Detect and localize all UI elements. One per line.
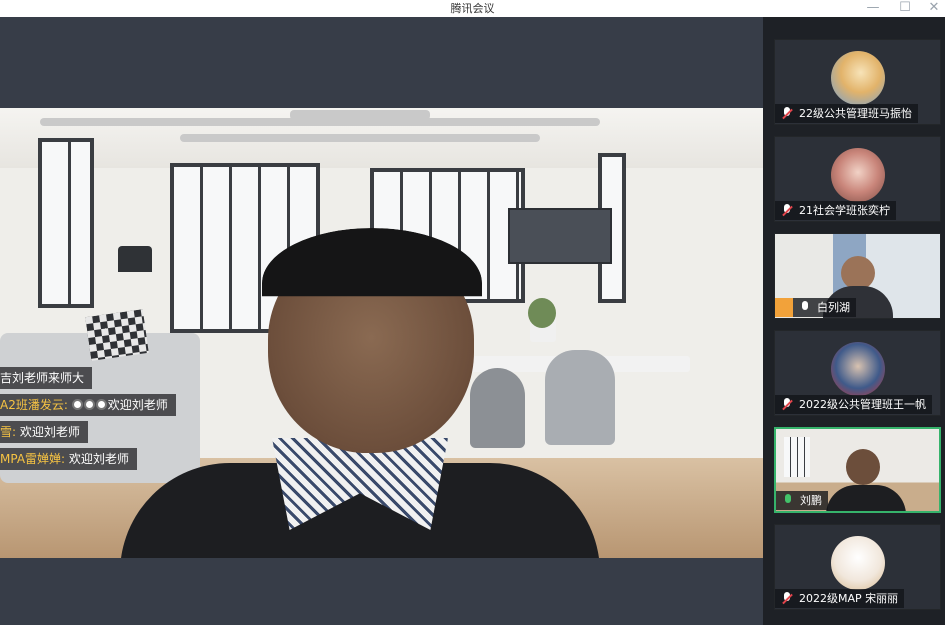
participant-avatar	[831, 148, 885, 202]
participant-name: 刘鹏	[800, 494, 822, 507]
participant-name-bar: 2022级MAP 宋丽丽	[775, 589, 905, 608]
clap-emoji-icon	[71, 399, 83, 410]
chat-overlay: 吉刘老师来师大 A2班潘发云: 欢迎刘老师 雪: 欢迎刘老师 MPA雷婵婵: 欢…	[0, 367, 260, 475]
participant-panel: 22级公共管理班马振怡 21社会学班张奕柠 白列湖 2022级公共管理班王一帆 …	[763, 17, 945, 625]
title-bar: 腾讯会议 — ☐ ✕	[0, 0, 945, 17]
room-lamp	[118, 246, 152, 272]
chat-text: 欢迎刘老师	[107, 398, 168, 412]
participant-tile[interactable]: 22级公共管理班马振怡	[774, 39, 941, 125]
room-chair	[545, 350, 615, 445]
participant-name: 21社会学班张奕柠	[799, 204, 890, 217]
chat-sender: MPA雷婵婵:	[0, 452, 69, 466]
minimize-button[interactable]: —	[862, 0, 884, 17]
room-chair	[470, 368, 525, 448]
main-video[interactable]: 吉刘老师来师大 A2班潘发云: 欢迎刘老师 雪: 欢迎刘老师 MPA雷婵婵: 欢…	[0, 108, 763, 558]
room-tv	[508, 208, 612, 264]
chat-text: 吉刘老师来师大	[0, 371, 85, 385]
chat-text: 欢迎刘老师	[19, 425, 80, 439]
participant-tile-active[interactable]: 刘鹏	[774, 427, 941, 513]
participant-avatar	[831, 342, 885, 396]
clap-emoji-icon	[83, 399, 95, 410]
window-title: 腾讯会议	[450, 2, 495, 15]
room-plant	[528, 298, 556, 328]
participant-name: 白列湖	[817, 301, 850, 314]
video-ceiling	[0, 108, 763, 168]
participant-avatar	[831, 51, 885, 105]
participant-avatar	[831, 536, 885, 590]
chat-message: 雪: 欢迎刘老师	[0, 421, 260, 448]
host-badge-icon	[775, 298, 793, 317]
participant-tile[interactable]: 白列湖	[774, 233, 941, 319]
participant-tile[interactable]: 2022级MAP 宋丽丽	[774, 524, 941, 610]
participant-name-bar: 2022级公共管理班王一帆	[775, 395, 932, 414]
mic-muted-icon	[781, 398, 793, 411]
participant-face	[841, 256, 875, 290]
room-window-left	[38, 138, 94, 308]
main-stage: 吉刘老师来师大 A2班潘发云: 欢迎刘老师 雪: 欢迎刘老师 MPA雷婵婵: 欢…	[0, 17, 763, 625]
chat-message: A2班潘发云: 欢迎刘老师	[0, 394, 260, 421]
clap-emoji-icon	[95, 399, 107, 410]
maximize-button[interactable]: ☐	[894, 0, 916, 17]
room-pillow	[85, 309, 149, 361]
mic-on-icon	[782, 494, 794, 507]
chat-text: 欢迎刘老师	[68, 452, 129, 466]
participant-name: 2022级公共管理班王一帆	[799, 398, 926, 411]
participant-name: 2022级MAP 宋丽丽	[799, 592, 899, 605]
mic-muted-icon	[781, 592, 793, 605]
meeting-window: 腾讯会议 — ☐ ✕ 吉刘老师来师大 A2班潘发云: 欢迎刘老师 雪: 欢迎刘老…	[0, 0, 945, 625]
participant-name-bar: 刘鹏	[776, 491, 828, 510]
participant-tile[interactable]: 21社会学班张奕柠	[774, 136, 941, 222]
chat-message: 吉刘老师来师大	[0, 367, 260, 394]
chat-sender: A2班潘发云:	[0, 398, 72, 412]
mic-on-icon	[799, 301, 811, 314]
participant-tile[interactable]: 2022级公共管理班王一帆	[774, 330, 941, 416]
chat-message: MPA雷婵婵: 欢迎刘老师	[0, 448, 260, 475]
mic-muted-icon	[781, 107, 793, 120]
close-button[interactable]: ✕	[923, 0, 945, 17]
participant-name-bar: 21社会学班张奕柠	[775, 201, 896, 220]
mic-muted-icon	[781, 204, 793, 217]
participant-name-bar: 白列湖	[775, 298, 856, 317]
chat-sender: 雪:	[0, 425, 20, 439]
participant-face	[846, 449, 880, 485]
participant-name-bar: 22级公共管理班马振怡	[775, 104, 918, 123]
participant-name: 22级公共管理班马振怡	[799, 107, 912, 120]
